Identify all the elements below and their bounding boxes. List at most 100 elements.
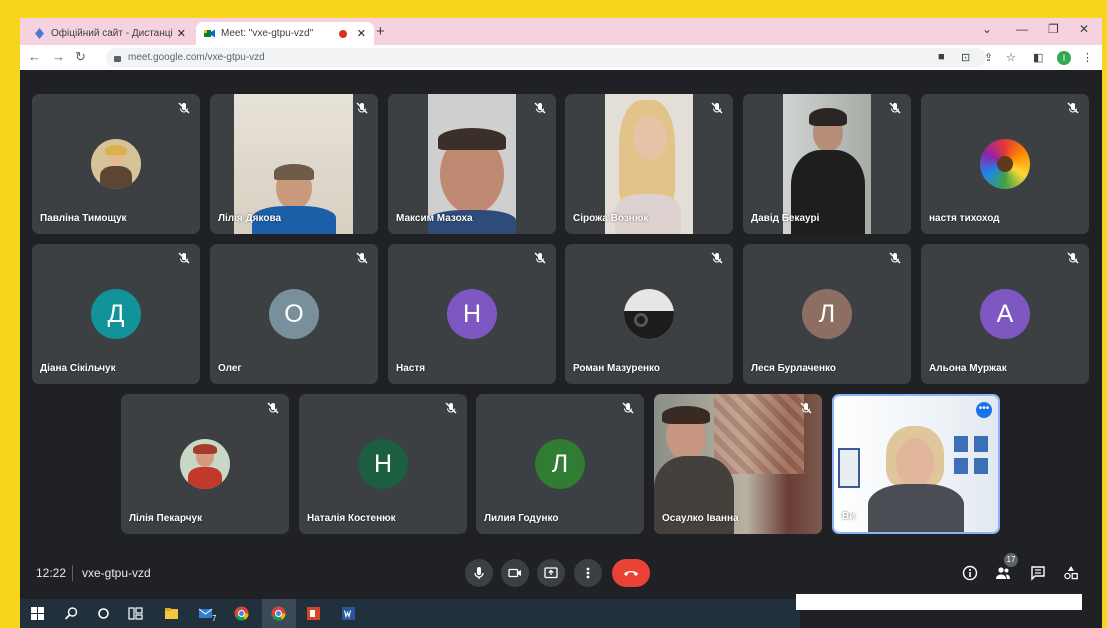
mic-off-icon xyxy=(356,252,368,264)
camera-icon xyxy=(508,568,521,578)
translate-icon[interactable]: ⊡ xyxy=(961,51,970,64)
participant-name: Павліна Тимощук xyxy=(40,213,127,224)
participant-name: Леся Бурлаченко xyxy=(751,363,837,374)
participant-tile[interactable]: Максим Мазоха xyxy=(388,94,556,234)
chrome-icon[interactable] xyxy=(234,606,249,621)
participant-name: Лілія Дякова xyxy=(218,213,282,224)
url-field[interactable]: meet.google.com/vxe-gtpu-vzd xyxy=(106,48,986,67)
word-icon[interactable] xyxy=(341,606,356,621)
participant-count-badge: 17 xyxy=(1004,553,1018,567)
present-icon xyxy=(544,567,558,579)
participant-name: Роман Мазуренко xyxy=(573,363,661,374)
participant-name: настя тихоход xyxy=(929,213,1000,224)
overlay-panel xyxy=(796,594,1082,610)
divider xyxy=(72,565,73,581)
tab-search-icon[interactable]: ⌄ xyxy=(982,22,992,36)
participant-tile[interactable]: Л Лилия Годунко xyxy=(476,394,644,534)
participant-name: Сірожа Вознюк xyxy=(573,213,649,224)
screen: Офіційний сайт - Дистанційне н ✕ Meet: "… xyxy=(20,18,1102,628)
more-options-button[interactable] xyxy=(574,559,602,587)
share-icon[interactable]: ⇪ xyxy=(984,51,993,64)
mic-off-icon xyxy=(267,402,279,414)
participant-avatar: Н xyxy=(447,289,497,339)
participant-avatar xyxy=(624,289,674,339)
participant-avatar: О xyxy=(269,289,319,339)
tab-title: Офіційний сайт - Дистанційне н xyxy=(51,28,173,39)
forward-icon[interactable]: → xyxy=(52,49,65,64)
participant-tile[interactable]: Осаулко Іванна xyxy=(654,394,822,534)
self-more-options-button[interactable]: ••• xyxy=(976,402,992,418)
mic-off-icon xyxy=(889,102,901,114)
new-tab-button[interactable]: + xyxy=(376,23,385,40)
participant-tile[interactable]: Н Настя xyxy=(388,244,556,384)
participant-tile[interactable]: Лілія Дякова xyxy=(210,94,378,234)
participant-tile[interactable]: А Альона Муржак xyxy=(921,244,1089,384)
mic-off-icon xyxy=(356,102,368,114)
mail-icon[interactable] xyxy=(198,606,213,621)
mic-off-icon xyxy=(1067,252,1079,264)
close-window-button[interactable]: ✕ xyxy=(1079,22,1089,36)
participant-tile[interactable]: Д Діана Сікільчук xyxy=(32,244,200,384)
participant-avatar: Н xyxy=(358,439,408,489)
task-view-icon[interactable] xyxy=(128,606,143,621)
participant-tile[interactable]: настя тихоход xyxy=(921,94,1089,234)
activities-icon[interactable] xyxy=(1063,565,1079,581)
mic-off-icon xyxy=(178,102,190,114)
chrome-active-icon[interactable] xyxy=(271,606,286,621)
reload-icon[interactable]: ↻ xyxy=(75,49,86,65)
chat-icon[interactable] xyxy=(1030,565,1046,581)
participant-tile[interactable]: Роман Мазуренко xyxy=(565,244,733,384)
mic-off-icon xyxy=(1067,102,1079,114)
participant-name: Лілія Пекарчук xyxy=(129,513,203,524)
self-tile[interactable]: ••• Ви xyxy=(832,394,1000,534)
browser-menu-icon[interactable]: ⋮ xyxy=(1082,51,1093,64)
powerpoint-icon[interactable] xyxy=(306,606,321,621)
file-explorer-icon[interactable] xyxy=(164,606,179,621)
participant-name: Олег xyxy=(218,363,242,374)
mic-off-icon xyxy=(711,252,723,264)
participant-avatar xyxy=(91,139,141,189)
camera-button[interactable] xyxy=(501,559,529,587)
address-bar: ← → ↻ meet.google.com/vxe-gtpu-vzd ■ ⊡ ⇪… xyxy=(20,45,1102,70)
participant-tile[interactable]: Л Леся Бурлаченко xyxy=(743,244,911,384)
back-icon[interactable]: ← xyxy=(28,49,41,64)
participant-avatar: Л xyxy=(802,289,852,339)
close-tab-icon[interactable]: ✕ xyxy=(357,27,366,40)
participant-tile[interactable]: Н Наталія Костенюк xyxy=(299,394,467,534)
participant-tile[interactable]: Сірожа Вознюк xyxy=(565,94,733,234)
tab-official-site[interactable]: Офіційний сайт - Дистанційне н ✕ xyxy=(26,22,194,45)
site-favicon-icon xyxy=(35,28,44,39)
participant-tile[interactable]: О Олег xyxy=(210,244,378,384)
profile-avatar[interactable]: I xyxy=(1057,51,1071,65)
self-name: Ви xyxy=(842,511,856,522)
side-panel-icon[interactable]: ◧ xyxy=(1033,51,1043,64)
people-icon[interactable] xyxy=(995,565,1011,581)
cortana-icon[interactable] xyxy=(96,606,111,621)
bookmark-star-icon[interactable]: ☆ xyxy=(1006,51,1016,64)
windows-start-icon[interactable] xyxy=(30,606,45,621)
search-icon[interactable] xyxy=(64,606,79,621)
mic-off-icon xyxy=(800,402,812,414)
leave-call-button[interactable] xyxy=(612,559,650,587)
mail-badge: 7 xyxy=(212,614,217,623)
minimize-button[interactable]: — xyxy=(1016,22,1028,36)
microphone-button[interactable] xyxy=(465,559,493,587)
meeting-time: 12:22 xyxy=(36,566,67,580)
participant-avatar: А xyxy=(980,289,1030,339)
restore-button[interactable]: ❐ xyxy=(1048,22,1059,36)
mic-off-icon xyxy=(711,102,723,114)
participant-tile[interactable]: Лілія Пекарчук xyxy=(121,394,289,534)
tab-meet[interactable]: Meet: "vxe-gtpu-vzd" ✕ xyxy=(196,22,374,45)
close-tab-icon[interactable]: ✕ xyxy=(177,27,186,40)
tab-strip: Офіційний сайт - Дистанційне н ✕ Meet: "… xyxy=(20,18,1102,45)
participant-tile[interactable]: Давід Бекаурі xyxy=(743,94,911,234)
info-icon[interactable] xyxy=(962,565,978,581)
url-text: meet.google.com/vxe-gtpu-vzd xyxy=(128,52,265,63)
mic-off-icon xyxy=(889,252,901,264)
participant-avatar xyxy=(180,439,230,489)
camera-in-use-icon[interactable]: ■ xyxy=(938,51,945,63)
mic-off-icon xyxy=(534,252,546,264)
windows-taskbar: 7 xyxy=(20,599,800,628)
present-now-button[interactable] xyxy=(537,559,565,587)
participant-tile[interactable]: Павліна Тимощук xyxy=(32,94,200,234)
